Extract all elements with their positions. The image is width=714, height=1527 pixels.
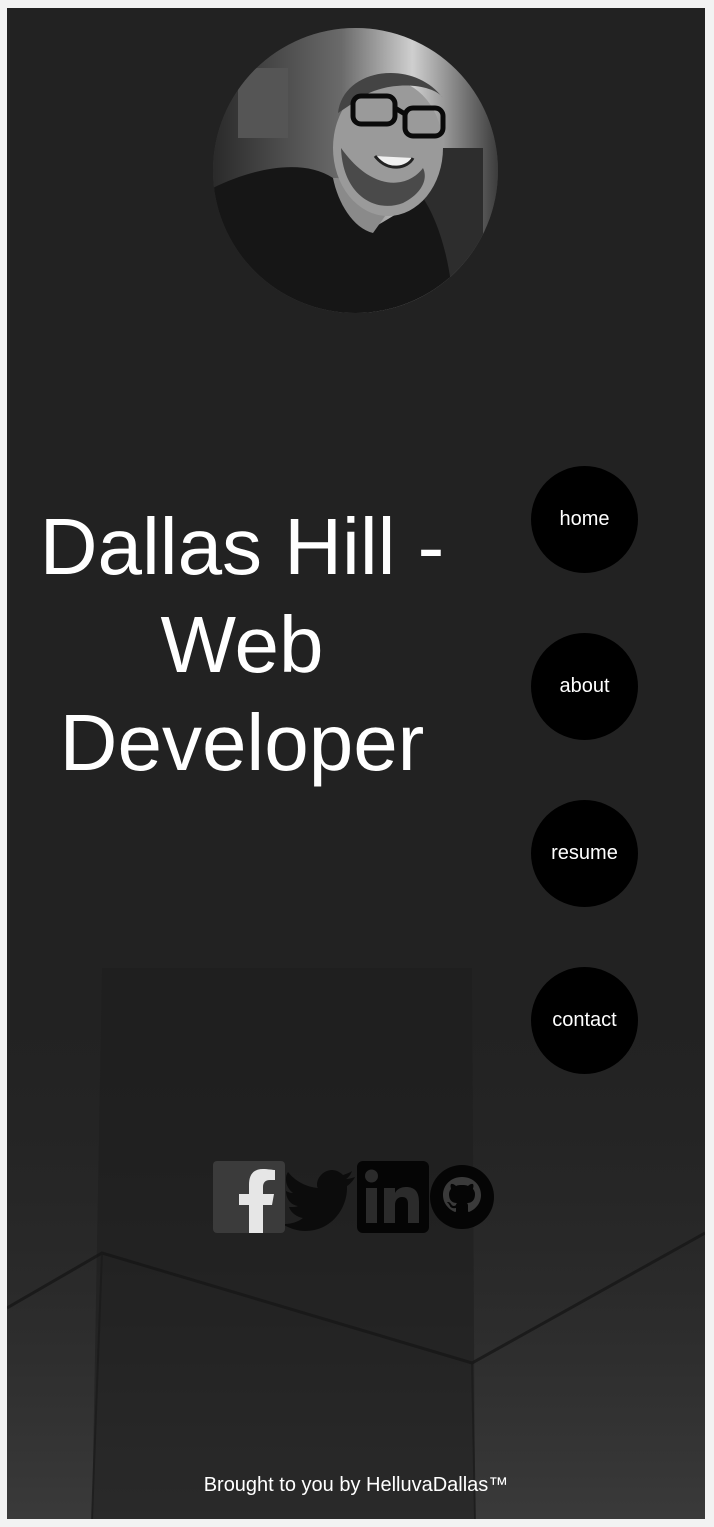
nav-contact-button[interactable]: contact [531,967,638,1074]
page-title: Dallas Hill - Web Developer [39,502,445,787]
nav-resume-button[interactable]: resume [531,800,638,907]
profile-photo-image [213,28,498,313]
linkedin-icon[interactable] [357,1161,429,1233]
main-nav: home about resume contact [531,466,638,1134]
social-links [213,1161,495,1233]
twitter-icon[interactable] [282,1161,357,1233]
page-frame: Dallas Hill - Web Developer home about r… [7,8,705,1519]
footer-credit: Brought to you by HelluvaDallas™ [203,1474,509,1496]
nav-about-button[interactable]: about [531,633,638,740]
github-icon[interactable] [429,1161,495,1233]
nav-home-button[interactable]: home [531,466,638,573]
facebook-icon[interactable] [213,1161,285,1233]
profile-photo [213,28,498,313]
